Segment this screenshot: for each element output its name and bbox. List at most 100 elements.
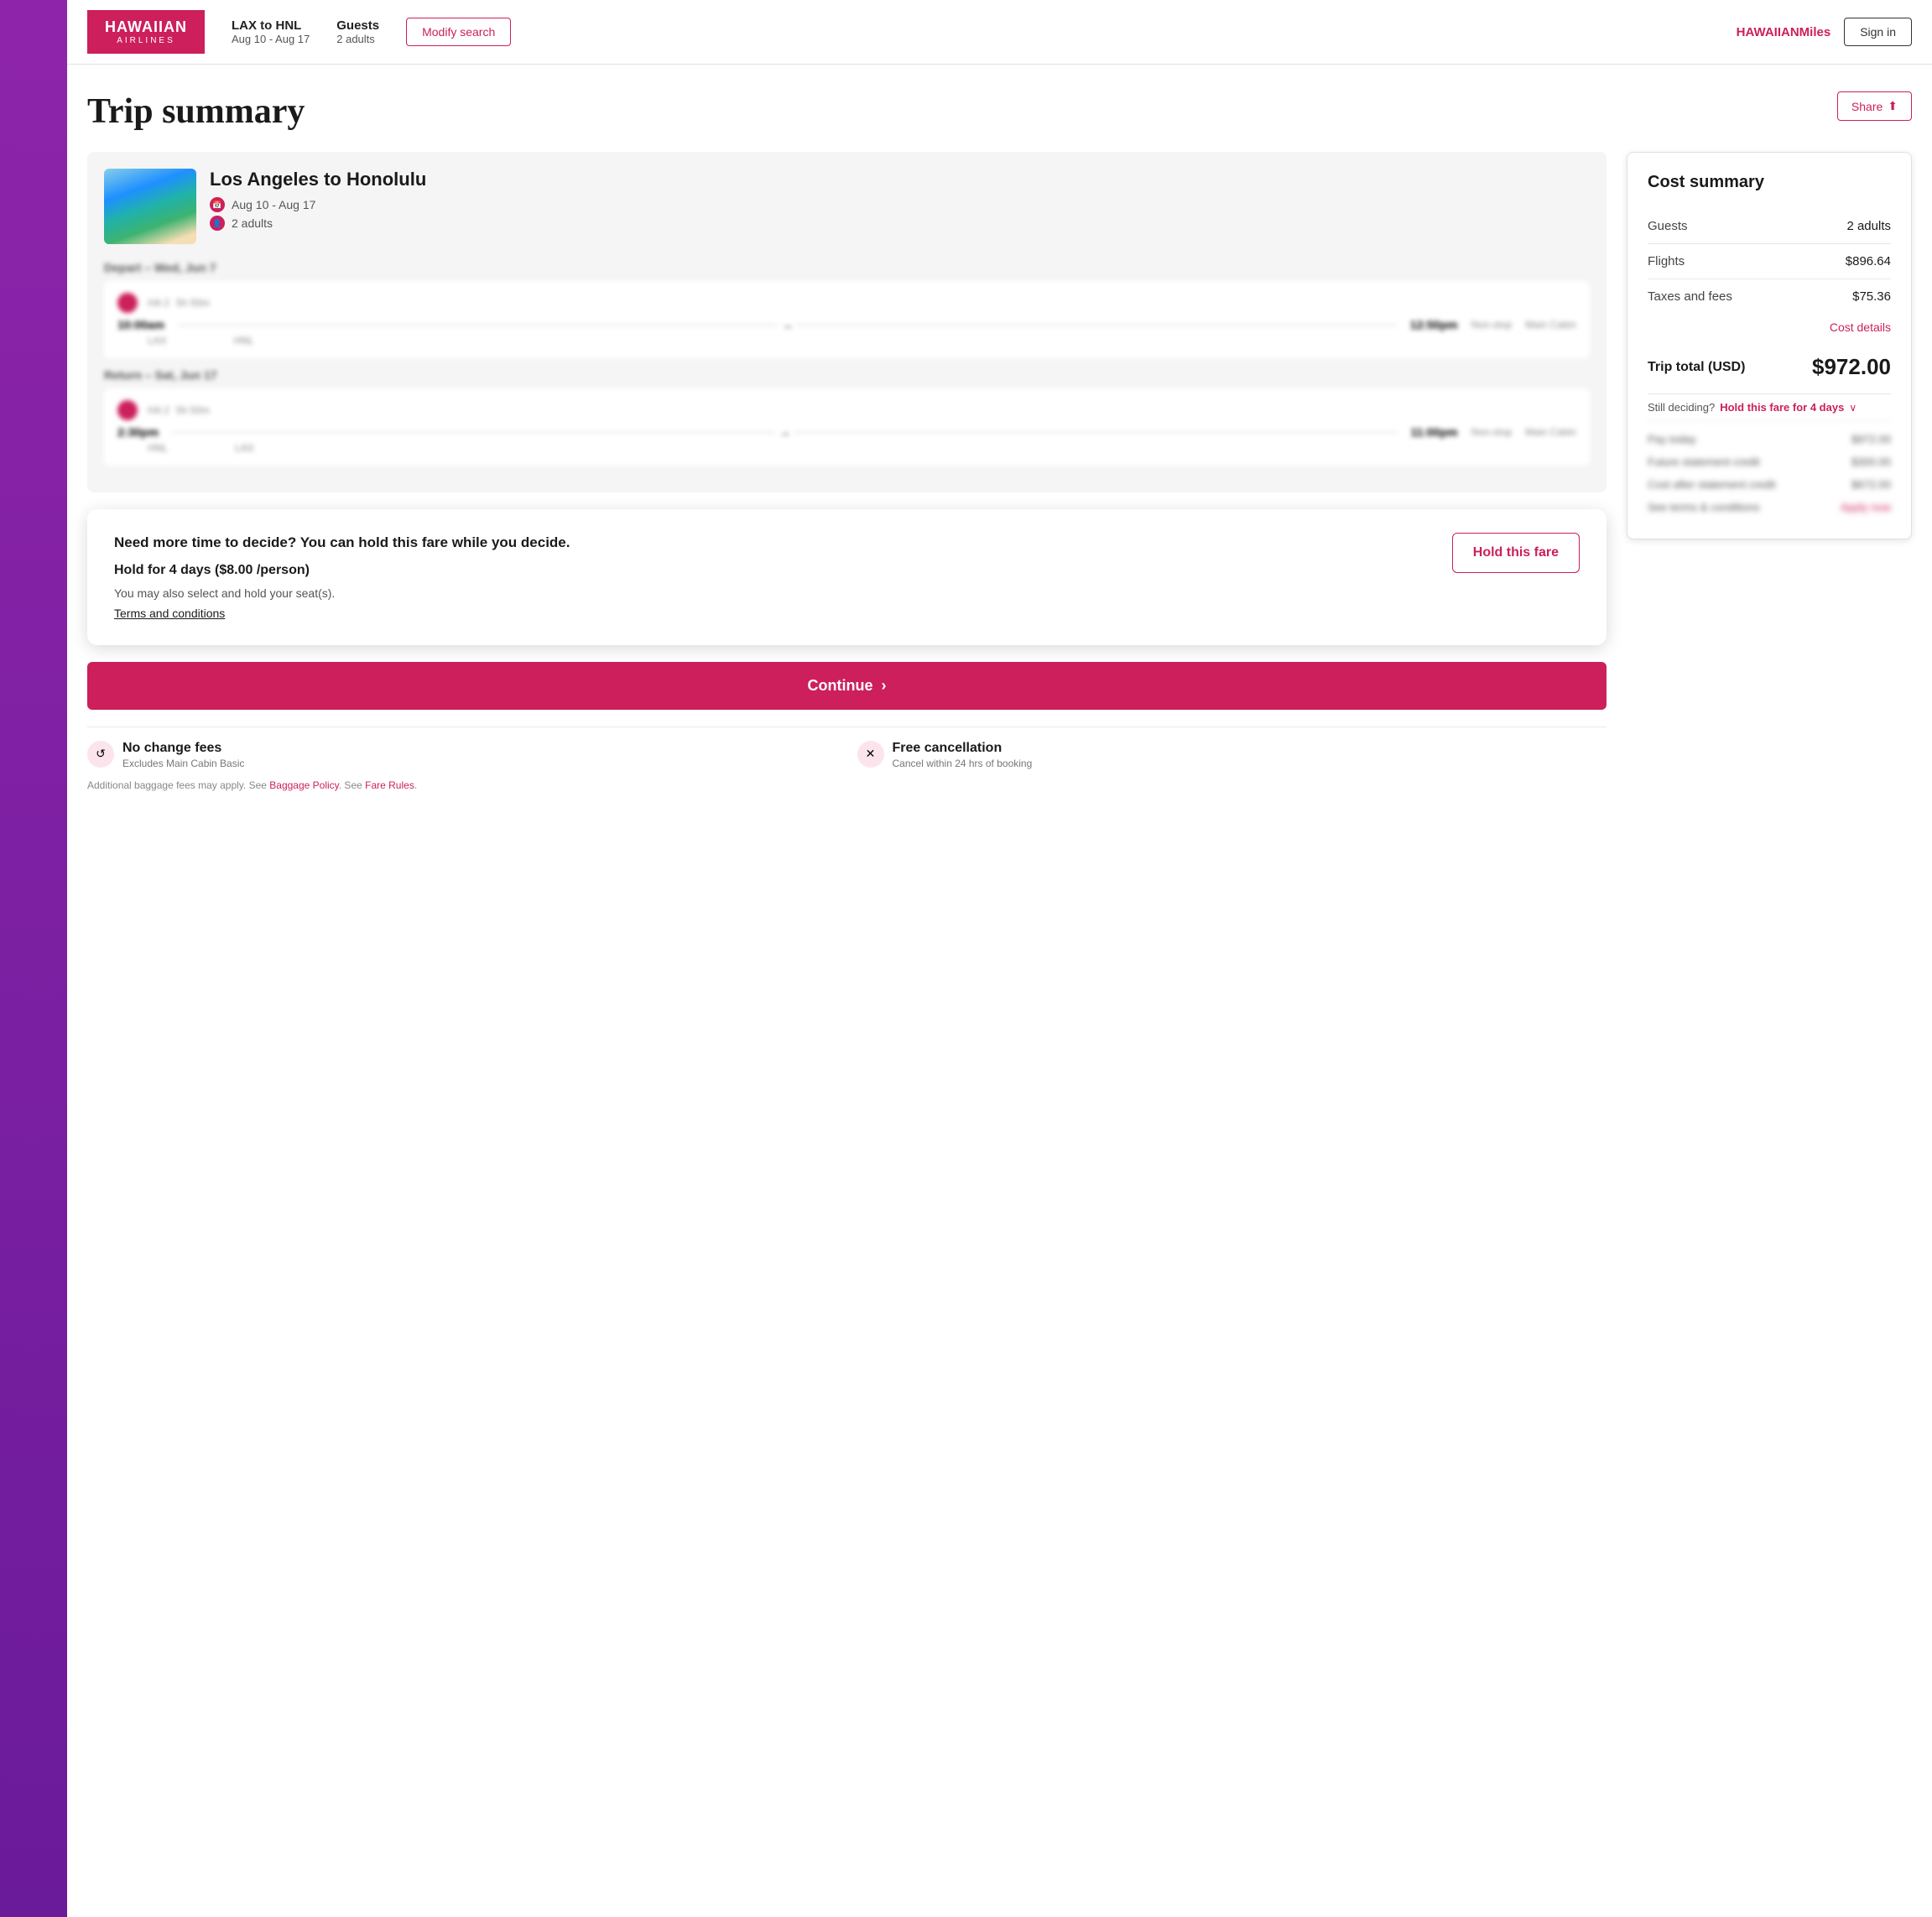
benefit-sub-1: Cancel within 24 hrs of booking — [893, 758, 1033, 769]
footnote: Additional baggage fees may apply. See B… — [87, 779, 1607, 791]
hold-fare-banner: Still deciding? Hold this fare for 4 day… — [1648, 393, 1891, 420]
share-label: Share — [1851, 100, 1883, 113]
logo: HAWAIIAN AIRLINES — [87, 10, 205, 54]
return-flight-row: HA 2 5h 50m 2:30pm → — [104, 388, 1590, 466]
hold-fare-heading: Need more time to decide? You can hold t… — [114, 533, 1432, 553]
depart-time: 10:00am — [117, 318, 164, 331]
guests-count: 2 adults — [336, 33, 379, 45]
future-credit-label: Future statement credit — [1648, 456, 1760, 468]
airline-icon-return — [117, 400, 138, 420]
return-header: Return – Sat, Jun 17 — [104, 368, 1590, 382]
depart-to-airport: HNL — [234, 335, 254, 346]
right-panel: Cost summary Guests 2 adults Flights $89… — [1627, 152, 1912, 791]
depart-stop: Non-stop — [1471, 319, 1513, 331]
return-from-airport: HNL — [148, 442, 168, 454]
share-button[interactable]: Share ⬆ — [1837, 91, 1912, 121]
trip-total-value: $972.00 — [1812, 354, 1891, 380]
cost-summary-title: Cost summary — [1648, 173, 1891, 192]
sign-in-button[interactable]: Sign in — [1844, 18, 1912, 46]
no-change-fees-icon: ↺ — [87, 741, 114, 768]
depart-from-airport: LAX — [148, 335, 167, 346]
benefit-free-cancellation: ✕ Free cancellation Cancel within 24 hrs… — [857, 741, 1607, 769]
hold-this-fare-button[interactable]: Hold this fare — [1452, 533, 1580, 573]
flights-cost-label: Flights — [1648, 254, 1685, 268]
continue-btn-wrapper: Continue › — [87, 662, 1607, 710]
flight-num-dur-depart: HA 2 5h 50m — [148, 297, 210, 309]
modify-search-button[interactable]: Modify search — [406, 18, 511, 46]
return-cabin: Main Cabin — [1525, 426, 1576, 438]
continue-label: Continue — [808, 677, 873, 695]
after-credit-label: Cost after statement credit — [1648, 478, 1775, 491]
return-depart-time: 2:30pm — [117, 425, 159, 439]
benefit-sub-0: Excludes Main Cabin Basic — [122, 758, 244, 769]
depart-flight-num: HA 2 — [148, 297, 169, 309]
trip-guests-text: 2 adults — [232, 216, 273, 230]
continue-arrow-icon: › — [882, 677, 887, 695]
benefit-title-1: Free cancellation — [893, 741, 1033, 756]
return-stop: Non-stop — [1471, 426, 1513, 438]
free-cancellation-icon: ✕ — [857, 741, 884, 768]
return-flight-num: HA 2 — [148, 404, 169, 416]
fare-rules-link[interactable]: Fare Rules — [365, 779, 414, 791]
future-credit-row: Future statement credit $300.00 — [1648, 451, 1891, 473]
future-credit-value: $300.00 — [1851, 456, 1891, 468]
continue-button[interactable]: Continue › — [87, 662, 1607, 710]
terms-conditions-link[interactable]: Terms and conditions — [114, 607, 225, 620]
hold-subtext: You may also select and hold your seat(s… — [114, 586, 1432, 600]
cost-row-guests: Guests 2 adults — [1648, 209, 1891, 244]
guests-cost-label: Guests — [1648, 219, 1688, 233]
person-icon: 👤 — [210, 216, 225, 231]
pay-today-label: Pay today — [1648, 433, 1696, 445]
cost-row-flights: Flights $896.64 — [1648, 244, 1891, 279]
header: HAWAIIAN AIRLINES LAX to HNL Aug 10 - Au… — [67, 0, 1932, 65]
cost-details-link[interactable]: Cost details — [1648, 314, 1891, 341]
trip-dates-text: Aug 10 - Aug 17 — [232, 198, 315, 211]
page-title-row: Trip summary Share ⬆ — [87, 91, 1912, 132]
airline-icon-depart — [117, 293, 138, 313]
baggage-policy-link[interactable]: Baggage Policy — [269, 779, 339, 791]
apply-now-link[interactable]: Apply now — [1841, 501, 1891, 513]
share-icon: ⬆ — [1888, 99, 1898, 113]
depart-cabin: Main Cabin — [1525, 319, 1576, 331]
cost-breakdown: Pay today $972.00 Future statement credi… — [1648, 420, 1891, 518]
pay-today-value: $972.00 — [1851, 433, 1891, 445]
return-arrive-time: 11:00pm — [1411, 425, 1458, 439]
hold-fare-days-link[interactable]: Hold this fare for 4 days — [1720, 401, 1844, 414]
miles-suffix: Miles — [1799, 25, 1831, 39]
flight-route: LAX to HNL — [232, 18, 310, 33]
hold-fare-popup: Need more time to decide? You can hold t… — [87, 509, 1607, 645]
terms-apply-row: See terms & conditions Apply now — [1648, 496, 1891, 518]
hold-duration: Hold for 4 days ($8.00 /person) — [114, 563, 1432, 578]
trip-card: Los Angeles to Honolulu 📅 Aug 10 - Aug 1… — [87, 152, 1607, 492]
benefit-title-0: No change fees — [122, 741, 244, 756]
cost-summary-card: Cost summary Guests 2 adults Flights $89… — [1627, 152, 1912, 539]
terms-label: See terms & conditions — [1648, 501, 1760, 513]
pay-today-row: Pay today $972.00 — [1648, 428, 1891, 451]
logo-main-text: HAWAIIAN — [105, 18, 187, 36]
taxes-cost-value: $75.36 — [1852, 289, 1891, 304]
after-credit-row: Cost after statement credit $672.00 — [1648, 473, 1891, 496]
arrive-time: 12:50pm — [1410, 318, 1458, 331]
flight-info: LAX to HNL Aug 10 - Aug 17 — [232, 18, 310, 45]
trip-image — [104, 169, 196, 244]
flight-num-dur-return: HA 2 5h 50m — [148, 404, 210, 416]
flight-dates: Aug 10 - Aug 17 — [232, 33, 310, 45]
return-flight-dur: 5h 50m — [176, 404, 210, 416]
flights-cost-value: $896.64 — [1846, 254, 1891, 268]
guests-cost-value: 2 adults — [1846, 219, 1891, 233]
trip-route-title: Los Angeles to Honolulu — [210, 169, 1590, 190]
page-title: Trip summary — [87, 91, 305, 132]
main-layout: Los Angeles to Honolulu 📅 Aug 10 - Aug 1… — [87, 152, 1912, 791]
cost-row-taxes: Taxes and fees $75.36 — [1648, 279, 1891, 314]
trip-guests-meta: 👤 2 adults — [210, 216, 1590, 231]
benefit-no-change-fees: ↺ No change fees Excludes Main Cabin Bas… — [87, 741, 837, 769]
trip-total-row: Trip total (USD) $972.00 — [1648, 341, 1891, 393]
depart-flight-dur: 5h 50m — [176, 297, 210, 309]
hawaiian-miles-text: HAWAIIANMiles — [1737, 25, 1831, 39]
deciding-text: Still deciding? — [1648, 401, 1715, 414]
benefits-row: ↺ No change fees Excludes Main Cabin Bas… — [87, 727, 1607, 769]
trip-header: Los Angeles to Honolulu 📅 Aug 10 - Aug 1… — [104, 169, 1590, 244]
depart-header: Depart – Wed, Jun 7 — [104, 261, 1590, 274]
page-content: Trip summary Share ⬆ — [67, 65, 1932, 818]
return-to-airport: LAX — [235, 442, 254, 454]
